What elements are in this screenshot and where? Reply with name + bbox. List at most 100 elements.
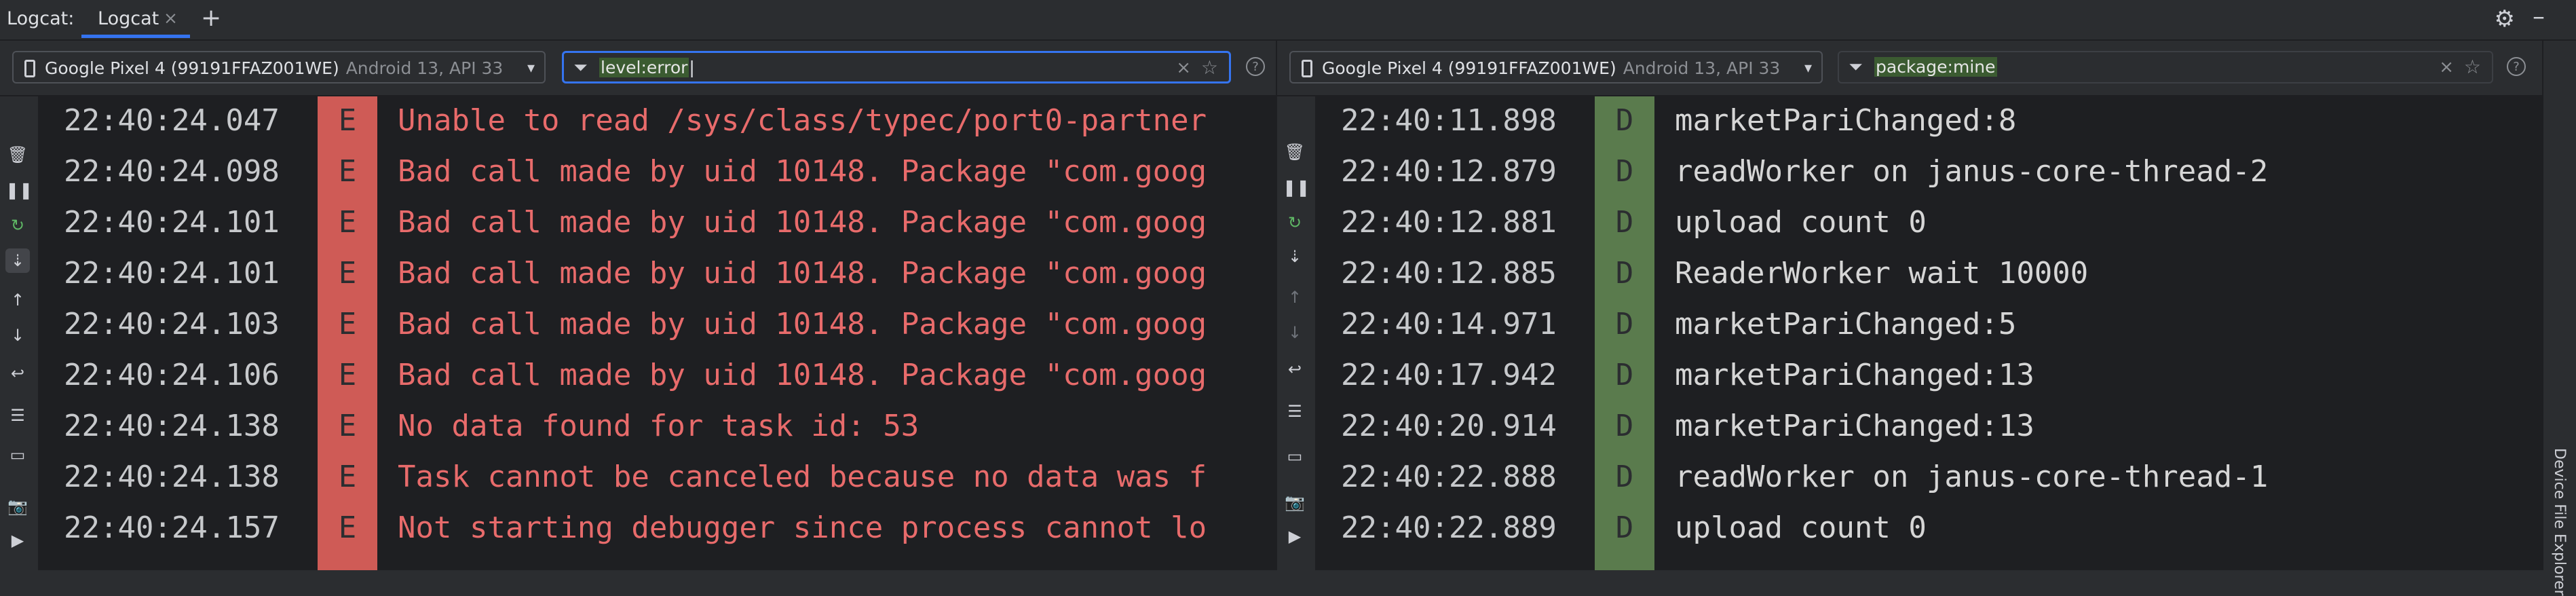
pane-toolbar: Google Pixel 4 (99191FFAZ001WE) Android 1… [1277, 41, 2543, 96]
phone-icon [24, 60, 35, 77]
log-level: D [1615, 510, 1634, 545]
screen-record-icon[interactable]: ▶ [1283, 524, 1307, 548]
soft-wrap-icon[interactable]: ↩ [5, 361, 30, 386]
scroll-to-end-icon[interactable]: ⇣ [1283, 244, 1307, 269]
log-level: D [1615, 307, 1634, 341]
tool-window-title: Logcat: [7, 8, 75, 29]
logcat-pane-right: Google Pixel 4 (99191FFAZ001WE) Android 1… [1277, 41, 2543, 570]
side-tool-strip: Device File Explorer [2542, 41, 2576, 596]
up-arrow-icon[interactable]: ↑ [1283, 285, 1307, 310]
log-level: D [1615, 205, 1634, 240]
log-level: E [338, 205, 357, 240]
log-row[interactable]: 22:40:22.888 DreadWorker on janus-core-th… [1315, 453, 2543, 504]
chevron-down-icon: ▾ [527, 60, 535, 77]
log-timestamp: 22:40:24.047 [64, 103, 280, 138]
split-panels-icon[interactable]: ▭ [5, 443, 30, 467]
log-timestamp: 22:40:24.103 [64, 307, 280, 341]
log-timestamp: 22:40:24.138 [64, 409, 280, 443]
log-row[interactable]: 22:40:17.942 DmarketPariChanged:13 [1315, 351, 2543, 402]
filter-input[interactable]: ⏷ package:mine × ☆ [1838, 51, 2493, 83]
log-timestamp: 22:40:24.101 [64, 256, 280, 291]
favorite-filter-icon[interactable]: ☆ [2464, 52, 2481, 82]
clear-filter-icon[interactable]: × [1176, 53, 1191, 83]
split-panels-icon[interactable]: ▭ [1283, 444, 1307, 468]
down-arrow-icon[interactable]: ↓ [5, 323, 30, 348]
logcat-toolbar: 🗑 ❚❚ ↻ ⇣ ↑ ↓ ↩ ☰ ▭ 📷 ▶ [0, 96, 35, 570]
format-settings-icon[interactable]: ☰ [5, 403, 30, 428]
log-row[interactable]: 22:40:11.898 DmarketPariChanged:8 [1315, 96, 2543, 147]
close-tab-icon[interactable]: × [164, 8, 178, 28]
tool-window-header: Logcat: Logcat × + ⚙ – [0, 0, 2576, 41]
pause-icon[interactable]: ❚❚ [1283, 175, 1310, 200]
soft-wrap-icon[interactable]: ↩ [1283, 357, 1307, 381]
log-message: Not starting debugger since process cann… [398, 510, 1207, 545]
log-timestamp: 22:40:14.971 [1341, 307, 1557, 341]
log-row[interactable]: 22:40:20.914 DmarketPariChanged:13 [1315, 402, 2543, 453]
log-timestamp: 22:40:24.138 [64, 460, 280, 494]
device-file-explorer-tab[interactable]: Device File Explorer [2551, 448, 2568, 596]
add-tab-icon[interactable]: + [201, 4, 221, 32]
clear-logcat-icon[interactable]: 🗑 [5, 143, 30, 167]
log-level: D [1615, 409, 1634, 443]
filter-text: level:error [599, 58, 689, 77]
chevron-down-icon: ▾ [1804, 60, 1812, 77]
gear-icon[interactable]: ⚙ [2495, 5, 2515, 33]
help-icon[interactable]: ? [2507, 57, 2526, 76]
log-row[interactable]: 22:40:12.881 Dupload count 0 [1315, 198, 2543, 249]
down-arrow-icon[interactable]: ↓ [1283, 320, 1307, 345]
screenshot-icon[interactable]: 📷 [5, 494, 30, 519]
minimize-icon[interactable]: – [2533, 3, 2545, 31]
log-timestamp: 22:40:12.881 [1341, 205, 1557, 240]
device-name: Google Pixel 4 (99191FFAZ001WE) [45, 58, 339, 78]
help-icon[interactable]: ? [1246, 57, 1265, 76]
up-arrow-icon[interactable]: ↑ [5, 288, 30, 312]
device-api: Android 13, API 33 [345, 58, 504, 78]
log-row[interactable]: 22:40:24.098 E Bad call made by uid 10148.… [38, 147, 1276, 198]
log-row[interactable]: 22:40:24.103 E Bad call made by uid 10148.… [38, 300, 1276, 351]
log-timestamp: 22:40:24.157 [64, 510, 280, 545]
log-row[interactable]: 22:40:24.101 E Bad call made by uid 10148.… [38, 249, 1276, 300]
scroll-to-end-icon[interactable]: ⇣ [5, 248, 30, 273]
logcat-pane-left: Google Pixel 4 (99191FFAZ001WE) Android 1… [0, 41, 1276, 570]
log-timestamp: 22:40:11.898 [1341, 103, 1557, 138]
log-message: Bad call made by uid 10148. Package "com… [398, 205, 1207, 240]
log-row[interactable]: 22:40:14.971 DmarketPariChanged:5 [1315, 300, 2543, 351]
phone-icon [1302, 60, 1312, 77]
log-message: Bad call made by uid 10148. Package "com… [398, 307, 1207, 341]
restart-icon[interactable]: ↻ [1283, 210, 1307, 235]
filter-input[interactable]: ⏷ level:error| × ☆ [562, 51, 1231, 83]
log-view[interactable]: 22:40:24.047 E Unable to read /sys/class/t… [38, 96, 1276, 570]
log-view[interactable]: 22:40:11.898 DmarketPariChanged:8 22:40:12… [1315, 96, 2543, 570]
log-row[interactable]: 22:40:24.101 E Bad call made by uid 10148.… [38, 198, 1276, 249]
log-level: E [338, 103, 357, 138]
log-row[interactable]: 22:40:24.106 E Bad call made by uid 10148.… [38, 351, 1276, 402]
device-selector[interactable]: Google Pixel 4 (99191FFAZ001WE) Android 1… [1289, 51, 1823, 83]
favorite-filter-icon[interactable]: ☆ [1201, 53, 1218, 83]
pause-icon[interactable]: ❚❚ [5, 178, 33, 202]
format-settings-icon[interactable]: ☰ [1283, 399, 1307, 424]
log-timestamp: 22:40:22.888 [1341, 460, 1557, 494]
restart-icon[interactable]: ↻ [5, 213, 30, 238]
clear-filter-icon[interactable]: × [2439, 52, 2454, 82]
log-message: marketPariChanged:5 [1675, 307, 2017, 341]
log-row[interactable]: 22:40:12.885 D ReaderWorker wait 10000 [1315, 249, 2543, 300]
log-message: Bad call made by uid 10148. Package "com… [398, 256, 1207, 291]
log-message: Bad call made by uid 10148. Package "com… [398, 358, 1207, 392]
device-name: Google Pixel 4 (99191FFAZ001WE) [1322, 58, 1616, 78]
device-selector[interactable]: Google Pixel 4 (99191FFAZ001WE) Android 1… [12, 51, 546, 83]
log-row[interactable]: 22:40:22.889 Dupload count 0 [1315, 504, 2543, 555]
log-timestamp: 22:40:20.914 [1341, 409, 1557, 443]
log-level: D [1615, 103, 1634, 138]
log-message: marketPariChanged:13 [1675, 358, 2034, 392]
log-row[interactable]: 22:40:24.157 E Not starting debugger since… [38, 504, 1276, 555]
log-row[interactable]: 22:40:24.138 E Task cannot be canceled bec… [38, 453, 1276, 504]
log-message: No data found for task id: 53 [398, 409, 920, 443]
log-message: ReaderWorker wait 10000 [1675, 256, 2089, 291]
screenshot-icon[interactable]: 📷 [1283, 490, 1307, 515]
log-row[interactable]: 22:40:12.879 DreadWorker on janus-core-th… [1315, 147, 2543, 198]
log-row[interactable]: 22:40:24.047 E Unable to read /sys/class/t… [38, 96, 1276, 147]
log-row[interactable]: 22:40:24.138 E No data found for task id: … [38, 402, 1276, 453]
clear-logcat-icon[interactable]: 🗑 [1283, 140, 1307, 164]
screen-record-icon[interactable]: ▶ [5, 528, 30, 553]
log-level: E [338, 154, 357, 189]
